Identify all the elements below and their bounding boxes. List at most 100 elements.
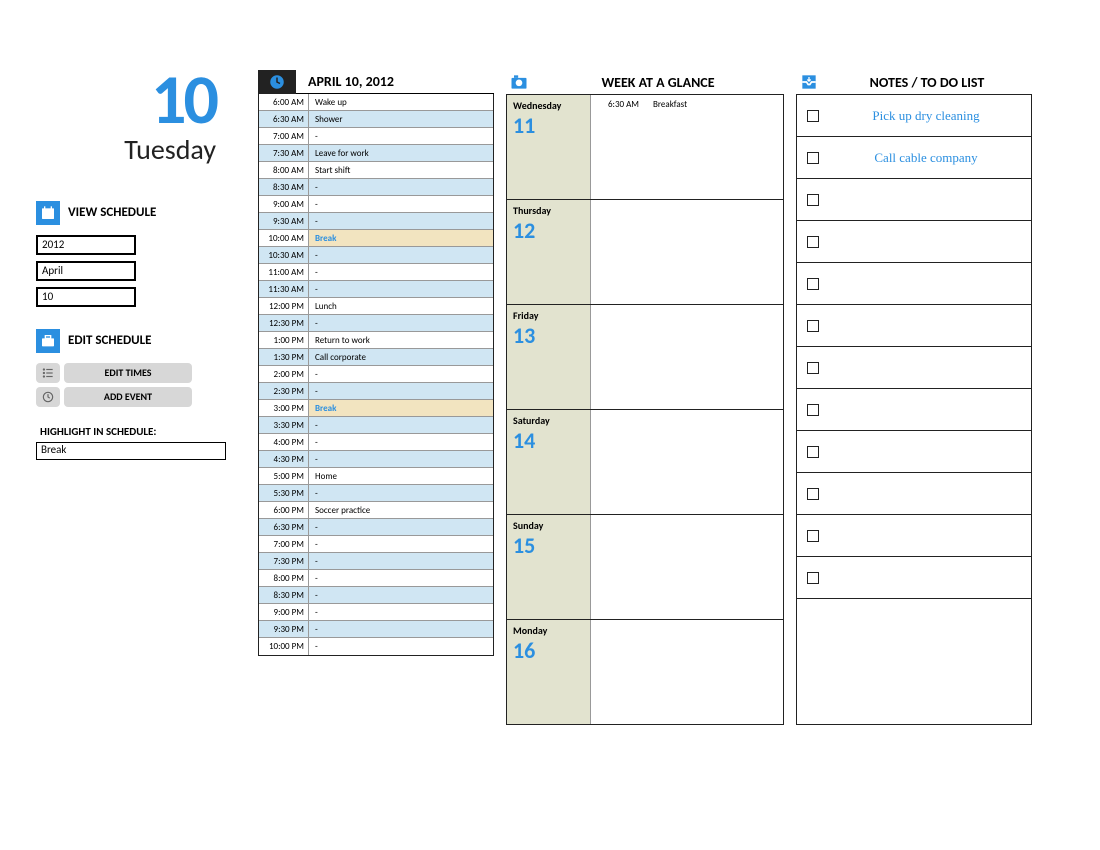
slot-time: 4:30 PM	[259, 451, 309, 467]
week-day-header: Saturday14	[507, 410, 591, 514]
time-slot[interactable]: 11:00 AM-	[259, 264, 493, 281]
time-slot[interactable]: 11:30 AM-	[259, 281, 493, 298]
slot-time: 2:00 PM	[259, 366, 309, 382]
note-row[interactable]	[797, 305, 1031, 347]
week-day-name: Thursday	[513, 204, 584, 217]
checkbox[interactable]	[807, 530, 819, 542]
slot-event: -	[309, 366, 493, 382]
week-day-header: Friday13	[507, 305, 591, 409]
slot-event: -	[309, 264, 493, 280]
checkbox[interactable]	[807, 572, 819, 584]
time-slot[interactable]: 7:30 AMLeave for work	[259, 145, 493, 162]
time-slot[interactable]: 9:30 PM-	[259, 621, 493, 638]
note-row[interactable]	[797, 389, 1031, 431]
slot-time: 7:30 PM	[259, 553, 309, 569]
note-row[interactable]: Call cable company	[797, 137, 1031, 179]
time-slot[interactable]: 1:30 PMCall corporate	[259, 349, 493, 366]
time-slot[interactable]: 8:00 PM-	[259, 570, 493, 587]
checkbox[interactable]	[807, 110, 819, 122]
year-picker[interactable]: 2012	[36, 235, 136, 255]
week-day[interactable]: Sunday15	[507, 515, 783, 620]
week-day-events	[591, 305, 783, 409]
edit-times-label: EDIT TIMES	[64, 363, 192, 383]
time-slot[interactable]: 12:00 PMLunch	[259, 298, 493, 315]
time-slot[interactable]: 5:00 PMHome	[259, 468, 493, 485]
slot-event: -	[309, 553, 493, 569]
time-slot[interactable]: 6:30 PM-	[259, 519, 493, 536]
checkbox[interactable]	[807, 488, 819, 500]
week-day-name: Monday	[513, 624, 584, 637]
time-slot[interactable]: 4:30 PM-	[259, 451, 493, 468]
slot-event: -	[309, 179, 493, 195]
week-title: WEEK AT A GLANCE	[532, 74, 784, 91]
time-slot[interactable]: 3:30 PM-	[259, 417, 493, 434]
checkbox[interactable]	[807, 446, 819, 458]
time-slot[interactable]: 7:00 AM-	[259, 128, 493, 145]
list-icon	[36, 363, 60, 383]
time-slot[interactable]: 9:00 PM-	[259, 604, 493, 621]
slot-event: -	[309, 587, 493, 603]
time-slot[interactable]: 9:00 AM-	[259, 196, 493, 213]
checkbox[interactable]	[807, 152, 819, 164]
checkbox[interactable]	[807, 362, 819, 374]
time-slot[interactable]: 6:00 AMWake up	[259, 94, 493, 111]
note-text: Pick up dry cleaning	[831, 108, 1021, 124]
time-slot[interactable]: 5:30 PM-	[259, 485, 493, 502]
time-slot[interactable]: 4:00 PM-	[259, 434, 493, 451]
slot-event: -	[309, 128, 493, 144]
highlight-input[interactable]: Break	[36, 442, 226, 460]
time-slot[interactable]: 8:30 PM-	[259, 587, 493, 604]
note-row[interactable]	[797, 473, 1031, 515]
time-slot[interactable]: 9:30 AM-	[259, 213, 493, 230]
time-slot[interactable]: 2:00 PM-	[259, 366, 493, 383]
time-slot[interactable]: 10:00 AMBreak	[259, 230, 493, 247]
note-row[interactable]	[797, 179, 1031, 221]
time-slot[interactable]: 2:30 PM-	[259, 383, 493, 400]
slot-event: Break	[309, 400, 493, 416]
time-slot[interactable]: 7:00 PM-	[259, 536, 493, 553]
week-day-events	[591, 410, 783, 514]
add-event-button[interactable]: ADD EVENT	[36, 387, 246, 407]
note-row[interactable]	[797, 263, 1031, 305]
week-day-events	[591, 200, 783, 304]
note-row[interactable]	[797, 557, 1031, 599]
week-day[interactable]: Friday13	[507, 305, 783, 410]
slot-time: 7:00 PM	[259, 536, 309, 552]
week-day[interactable]: Saturday14	[507, 410, 783, 515]
day-picker[interactable]: 10	[36, 287, 136, 307]
time-slot[interactable]: 6:30 AMShower	[259, 111, 493, 128]
time-slot[interactable]: 8:30 AM-	[259, 179, 493, 196]
month-picker[interactable]: April	[36, 261, 136, 281]
slot-event: -	[309, 621, 493, 637]
week-day[interactable]: Wednesday116:30 AMBreakfast	[507, 95, 783, 200]
checkbox[interactable]	[807, 236, 819, 248]
time-slot[interactable]: 10:30 AM-	[259, 247, 493, 264]
note-row[interactable]	[797, 347, 1031, 389]
note-row[interactable]	[797, 515, 1031, 557]
edit-times-button[interactable]: EDIT TIMES	[36, 363, 246, 383]
checkbox[interactable]	[807, 278, 819, 290]
week-panel: WEEK AT A GLANCE Wednesday116:30 AMBreak…	[506, 70, 784, 725]
week-day-events	[591, 620, 783, 724]
slot-time: 2:30 PM	[259, 383, 309, 399]
time-slot[interactable]: 6:00 PMSoccer practice	[259, 502, 493, 519]
checkbox[interactable]	[807, 194, 819, 206]
slot-time: 7:00 AM	[259, 128, 309, 144]
checkbox[interactable]	[807, 320, 819, 332]
time-slot[interactable]: 8:00 AMStart shift	[259, 162, 493, 179]
week-day-name: Sunday	[513, 519, 584, 532]
slot-time: 10:00 AM	[259, 230, 309, 246]
note-row[interactable]: Pick up dry cleaning	[797, 95, 1031, 137]
checkbox[interactable]	[807, 404, 819, 416]
time-slot[interactable]: 12:30 PM-	[259, 315, 493, 332]
week-day[interactable]: Monday16	[507, 620, 783, 724]
week-day[interactable]: Thursday12	[507, 200, 783, 305]
time-slot[interactable]: 7:30 PM-	[259, 553, 493, 570]
slot-time: 5:30 PM	[259, 485, 309, 501]
time-slot[interactable]: 1:00 PMReturn to work	[259, 332, 493, 349]
time-slot[interactable]: 3:00 PMBreak	[259, 400, 493, 417]
note-row[interactable]	[797, 221, 1031, 263]
slot-time: 4:00 PM	[259, 434, 309, 450]
time-slot[interactable]: 10:00 PM-	[259, 638, 493, 655]
note-row[interactable]	[797, 431, 1031, 473]
